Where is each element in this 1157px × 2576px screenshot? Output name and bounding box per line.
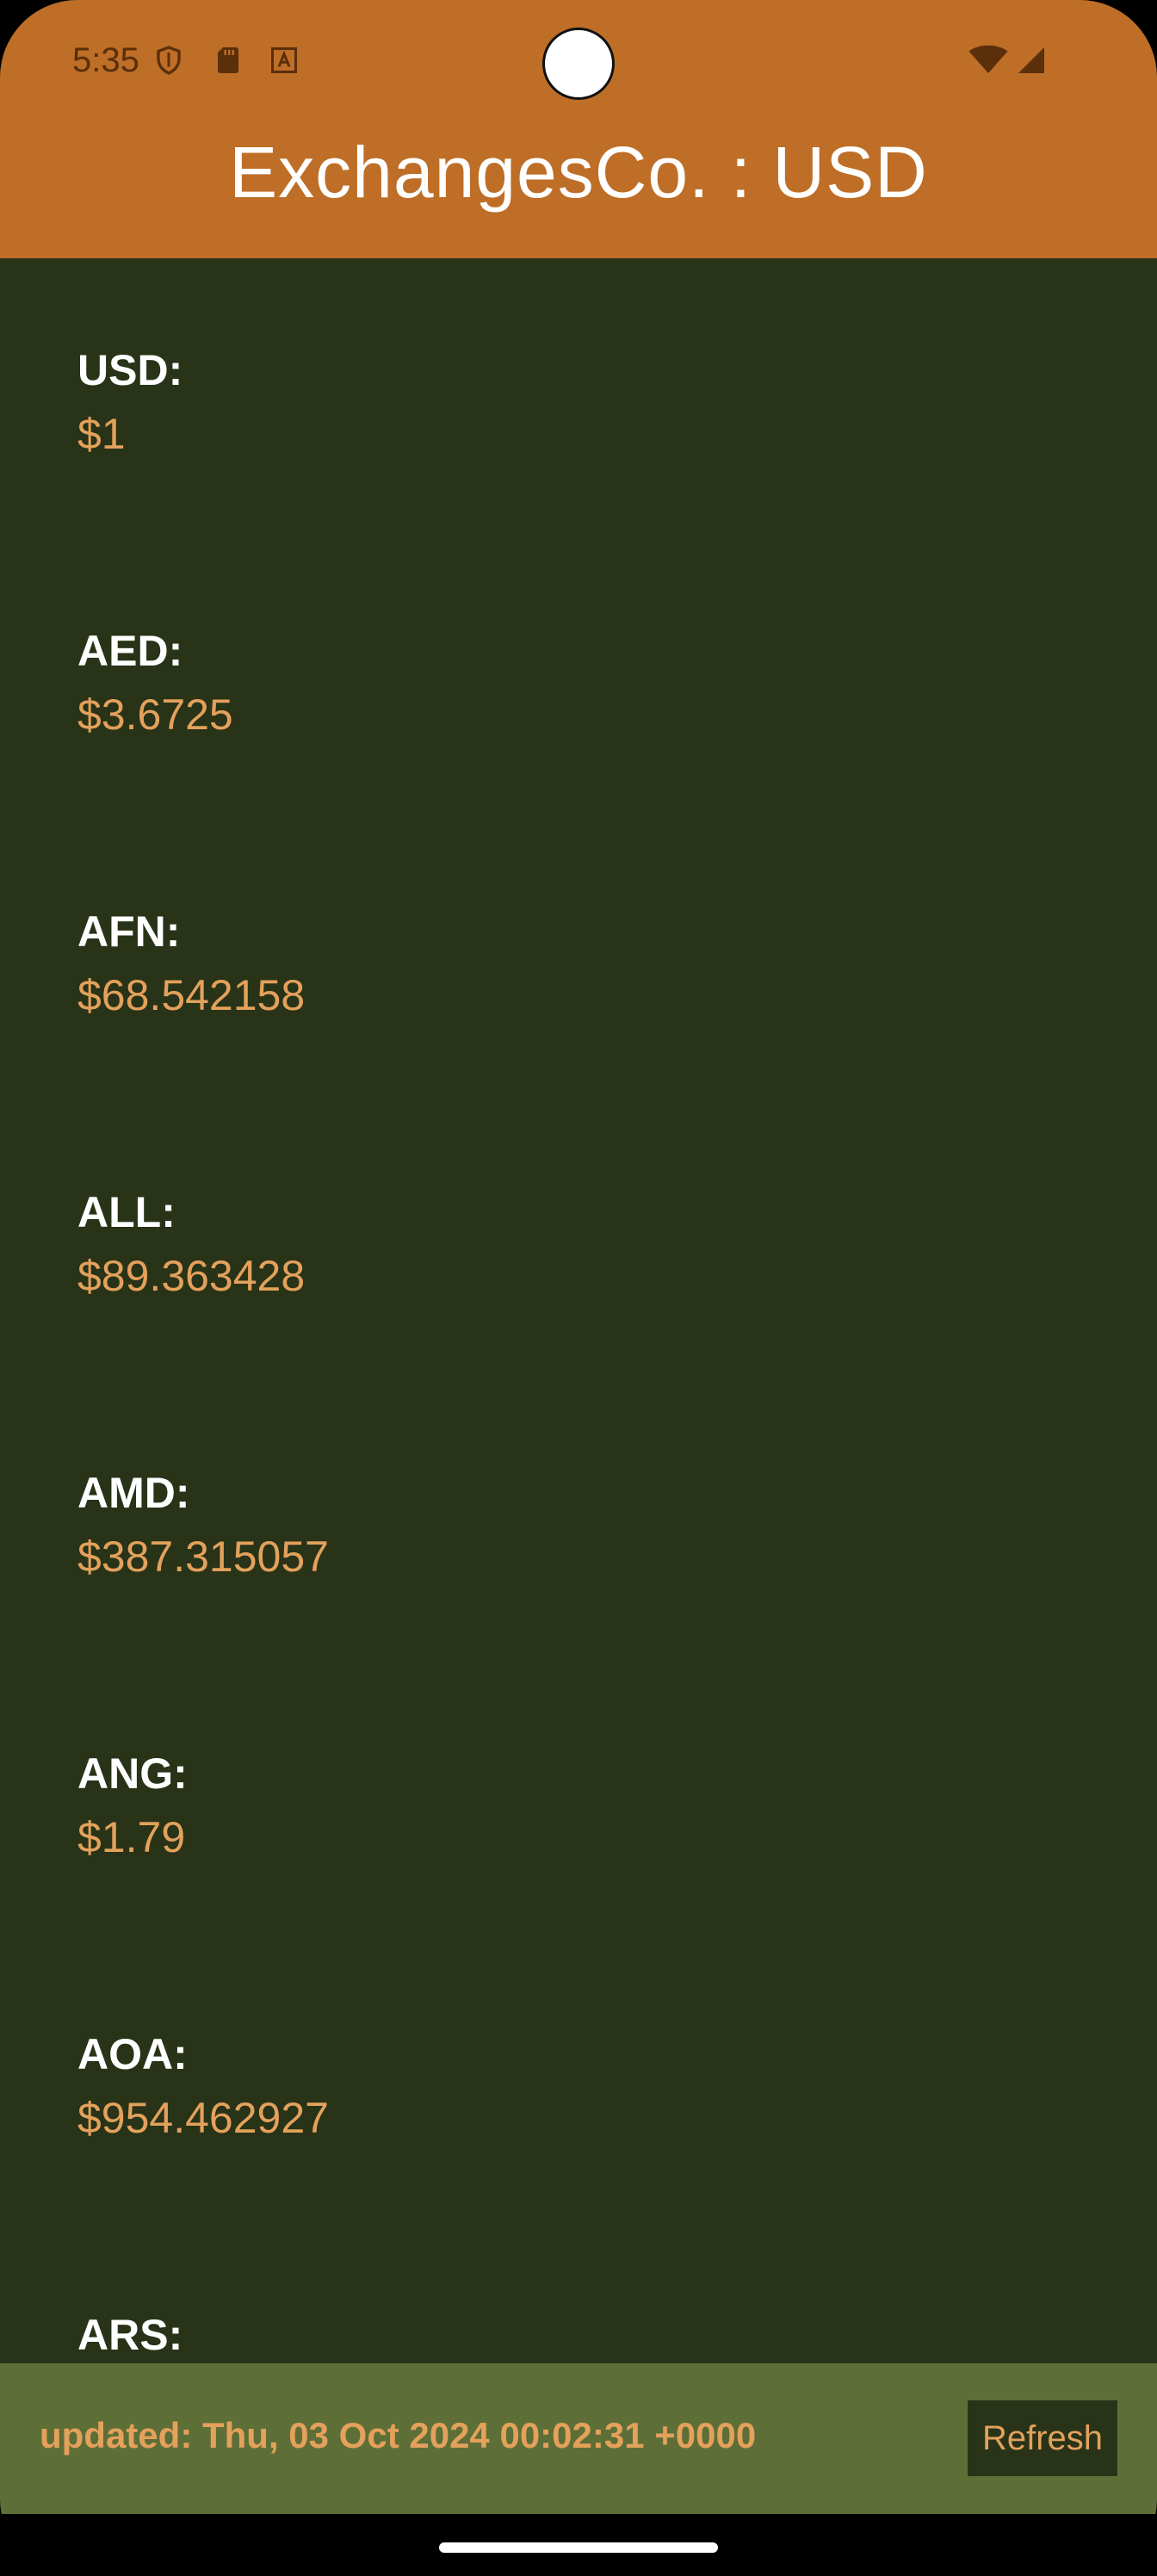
app-title: ExchangesCo. : USD xyxy=(229,132,928,213)
list-item: ARS: xyxy=(77,2307,1111,2363)
list-item: AMD: $387.315057 xyxy=(77,1465,1111,1584)
currency-rate: $89.363428 xyxy=(77,1252,306,1300)
currency-rate: $3.6725 xyxy=(77,690,233,739)
currency-code: ALL: xyxy=(77,1188,176,1236)
currency-rate: $1.79 xyxy=(77,1813,186,1861)
shield-icon xyxy=(153,45,184,76)
sd-card-icon xyxy=(213,45,244,76)
signal-icon xyxy=(1014,45,1049,76)
list-item: ALL: $89.363428 xyxy=(77,1185,1111,1303)
rates-list[interactable]: USD: $1 AED: $3.6725 AFN: $68.542158 ALL… xyxy=(0,258,1157,2363)
currency-code: AMD: xyxy=(77,1469,190,1517)
refresh-button[interactable]: Refresh xyxy=(968,2400,1117,2476)
font-a-icon xyxy=(269,45,300,76)
home-handle[interactable] xyxy=(439,2542,718,2553)
phone-screen: 5:35 ExchangesCo.: USD USD: $1 AED: $3.… xyxy=(0,0,1157,2576)
currency-rate: $954.462927 xyxy=(77,2094,329,2142)
currency-rate: $1 xyxy=(77,410,126,458)
currency-code: AFN: xyxy=(77,907,181,956)
front-camera xyxy=(542,28,615,100)
status-bar: 5:35 xyxy=(0,0,1157,129)
list-item: AFN: $68.542158 xyxy=(77,904,1111,1023)
footer-bar: updated: Thu, 03 Oct 2024 00:02:31 +0000… xyxy=(0,2363,1157,2514)
list-item: ANG: $1.79 xyxy=(77,1746,1111,1865)
currency-code: AED: xyxy=(77,627,183,675)
list-item: AED: $3.6725 xyxy=(77,623,1111,742)
currency-code: AOA: xyxy=(77,2030,188,2078)
gesture-nav-bar xyxy=(0,2514,1157,2576)
status-time: 5:35 xyxy=(72,41,139,79)
last-updated-text: updated: Thu, 03 Oct 2024 00:02:31 +0000 xyxy=(40,2415,757,2455)
list-item: AOA: $954.462927 xyxy=(77,2027,1111,2146)
wifi-icon xyxy=(968,45,1009,76)
currency-rate: $387.315057 xyxy=(77,1533,329,1581)
currency-code: ANG: xyxy=(77,1749,188,1798)
app-bar: ExchangesCo. : USD xyxy=(0,129,1157,258)
currency-code: USD: xyxy=(77,346,183,394)
currency-code: ARS: xyxy=(77,2311,183,2359)
list-item: USD: $1 xyxy=(77,343,1111,461)
currency-rate: $68.542158 xyxy=(77,971,306,1019)
